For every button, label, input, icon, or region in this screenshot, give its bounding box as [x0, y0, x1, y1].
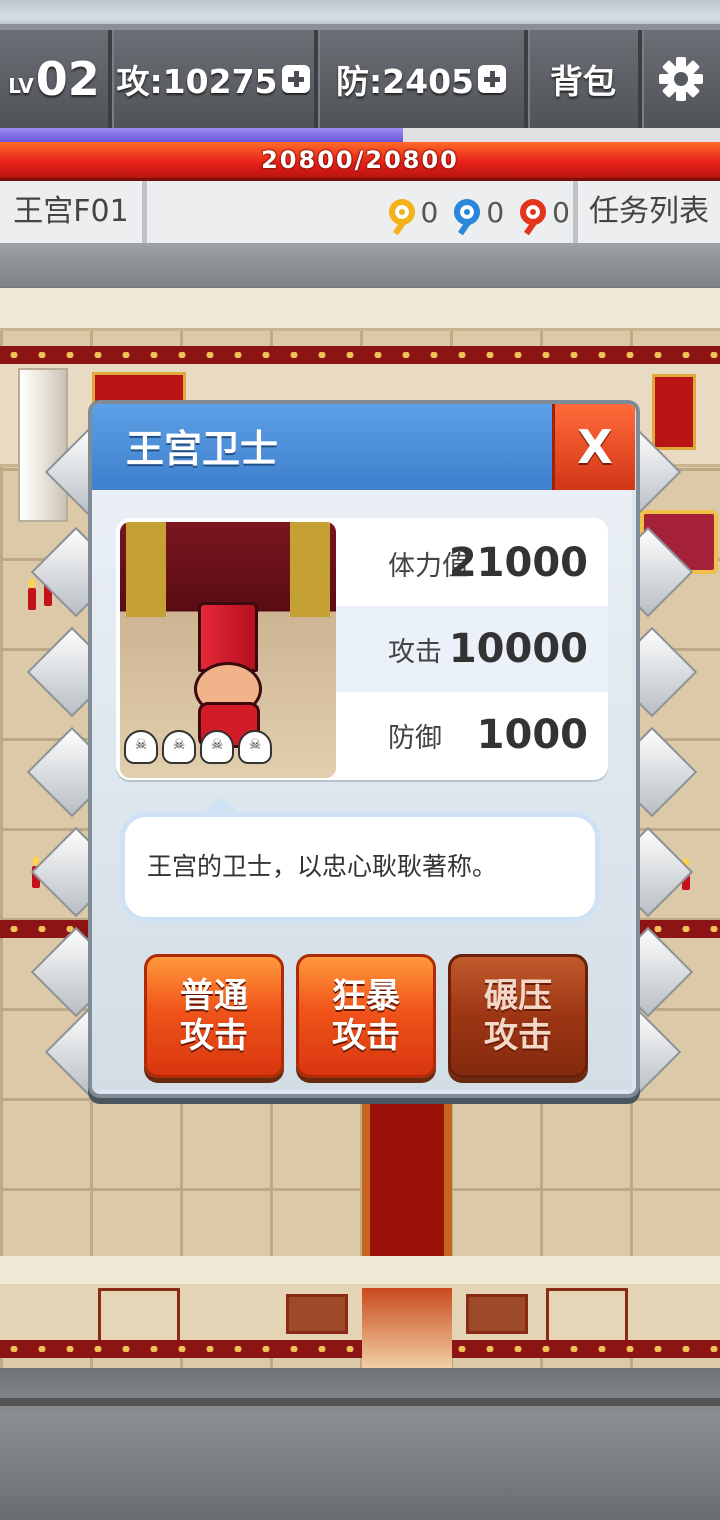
wall-ornament — [546, 1288, 628, 1344]
gear-icon[interactable] — [659, 57, 703, 101]
wall-banner — [652, 374, 696, 450]
curtain-decoration — [126, 522, 166, 617]
info-bar: 王宫F01 0 0 0 任务列表 — [0, 181, 720, 247]
skull-icon: ☠ — [162, 730, 196, 764]
skull-icon: ☠ — [124, 730, 158, 764]
blue-key-icon — [454, 199, 481, 225]
dialog-body: ☠ ☠ ☠ ☠ 体力值 21000 攻击 10000 防御 1000 王宫的卫士… — [92, 490, 632, 1090]
key-counter: 0 0 0 — [379, 181, 570, 243]
monster-info-dialog: 王宫卫士 X ☠ ☠ ☠ ☠ 体力值 21000 攻击 10000 防御 100… — [88, 400, 640, 1098]
defense-plus-icon[interactable] — [478, 65, 507, 93]
hp-text: 20800/20800 — [261, 146, 459, 174]
normal-attack-label: 普通攻击 — [180, 976, 248, 1056]
pillar — [18, 368, 68, 522]
settings-button[interactable] — [642, 30, 720, 128]
candle — [28, 578, 36, 610]
skull-icon: ☠ — [238, 730, 272, 764]
palace-wall — [0, 288, 720, 331]
hp-bar: 20800/20800 — [0, 142, 720, 181]
red-carpet — [362, 1288, 452, 1368]
level-indicator: LV 02 — [0, 30, 108, 128]
difficulty-skulls: ☠ ☠ ☠ ☠ — [124, 730, 272, 764]
crush-attack-label: 碾压攻击 — [484, 976, 552, 1056]
dialog-title: 王宫卫士 — [126, 427, 279, 471]
red-key-icon — [520, 199, 547, 225]
info-divider — [142, 181, 147, 243]
experience-bar — [0, 128, 720, 142]
monster-stat-card: ☠ ☠ ☠ ☠ 体力值 21000 攻击 10000 防御 1000 — [116, 518, 608, 780]
top-frame — [0, 0, 720, 30]
experience-fill — [0, 128, 404, 142]
stat-row-defense: 防御 1000 — [336, 692, 608, 778]
attack-value: 攻:10275 — [116, 62, 278, 101]
description-text: 王宫的卫士，以忠心耿耿著称。 — [147, 852, 498, 881]
level-value: 02 — [35, 52, 100, 106]
map-top-frame — [0, 247, 720, 287]
skull-icon: ☠ — [200, 730, 234, 764]
monster-portrait: ☠ ☠ ☠ ☠ — [120, 522, 336, 778]
dialog-header: 王宫卫士 — [92, 404, 552, 490]
bag-label: 背包 — [550, 62, 616, 101]
stat-value: 21000 — [448, 540, 588, 586]
close-icon[interactable]: X — [555, 404, 635, 490]
stat-label: 攻击 — [388, 636, 442, 668]
yellow-key-icon — [388, 199, 415, 225]
close-button[interactable]: X — [552, 404, 635, 490]
attack-plus-icon[interactable] — [281, 65, 310, 93]
wall-trim — [0, 1340, 720, 1358]
bottom-frame — [0, 1368, 720, 1520]
floor-label: 王宫F01 — [13, 194, 129, 229]
red-key-count: 0 — [552, 195, 570, 229]
curtain-decoration — [290, 522, 330, 617]
defense-value: 防:2405 — [335, 62, 475, 101]
stat-row-hp: 体力值 21000 — [336, 520, 608, 606]
wall-trim — [0, 346, 720, 364]
yellow-key-count: 0 — [420, 195, 439, 229]
stat-value: 1000 — [476, 712, 588, 758]
defense-stat[interactable]: 防:2405 — [318, 30, 524, 128]
hud-bar: LV 02 攻:10275 防:2405 背包 — [0, 30, 720, 128]
task-list-button[interactable]: 任务列表 — [578, 181, 720, 243]
blue-key-count: 0 — [486, 195, 505, 229]
level-prefix: LV — [8, 74, 34, 98]
palace-wall — [0, 1256, 720, 1287]
stat-value: 10000 — [448, 626, 588, 672]
bag-button[interactable]: 背包 — [528, 30, 638, 128]
rage-attack-label: 狂暴攻击 — [332, 976, 400, 1056]
wall-plaque — [466, 1294, 528, 1334]
monster-description: 王宫的卫士，以忠心耿耿著称。 — [120, 797, 600, 922]
wall-ornament — [98, 1288, 180, 1344]
attack-stat[interactable]: 攻:10275 — [112, 30, 314, 128]
normal-attack-button[interactable]: 普通攻击 — [144, 954, 284, 1078]
wall-plaque — [286, 1294, 348, 1334]
crush-attack-button[interactable]: 碾压攻击 — [448, 954, 588, 1078]
stat-label: 防御 — [388, 722, 442, 754]
stat-row-attack: 攻击 10000 — [336, 606, 608, 692]
rage-attack-button[interactable]: 狂暴攻击 — [296, 954, 436, 1078]
